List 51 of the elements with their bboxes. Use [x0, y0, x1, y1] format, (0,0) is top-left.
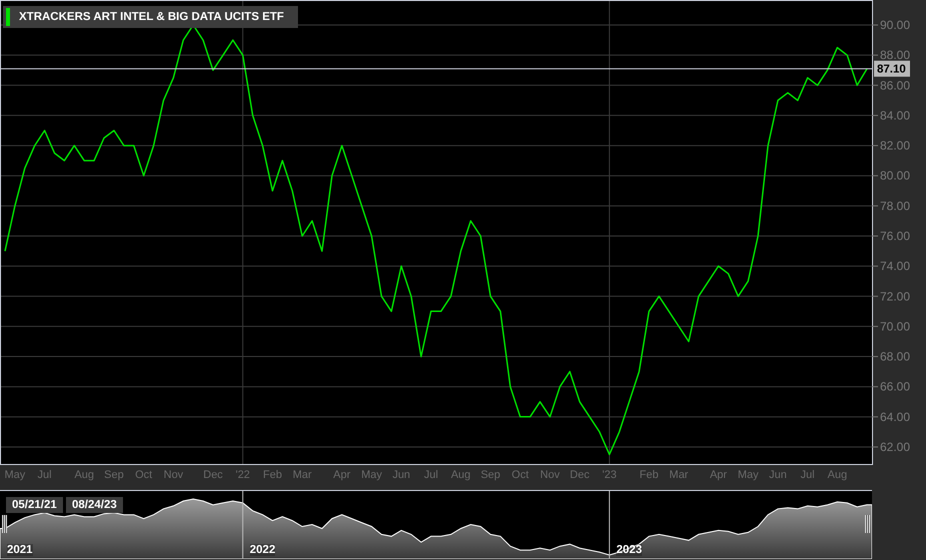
x-axis-label: Mar — [669, 469, 688, 481]
y-axis-label: 64.00 — [880, 410, 910, 424]
y-axis-label: 84.00 — [880, 108, 910, 122]
x-axis-label: May — [361, 469, 382, 481]
x-axis-label: Jun — [392, 469, 410, 481]
y-axis-label: 88.00 — [880, 48, 910, 62]
x-axis-label: May — [738, 469, 759, 481]
x-axis-label: Feb — [640, 469, 659, 481]
y-axis-label: 90.00 — [880, 18, 910, 32]
x-axis-label: Aug — [450, 469, 471, 481]
x-axis-label: Jul — [38, 469, 52, 481]
range-end-date: 08/24/23 — [66, 497, 123, 513]
year-label: 2022 — [250, 544, 276, 556]
x-axis-label: Aug — [74, 469, 94, 481]
year-label: 2021 — [7, 544, 33, 556]
x-axis-label: Apr — [333, 469, 350, 481]
range-handle[interactable] — [2, 515, 7, 533]
y-axis-label: 78.00 — [880, 198, 910, 213]
x-axis-label: '23 — [602, 469, 617, 481]
y-axis-label: 82.00 — [880, 138, 910, 153]
x-axis-label: May — [4, 469, 26, 481]
last-price-tag: 87.10 — [874, 60, 910, 77]
y-axis-label: 68.00 — [880, 350, 910, 364]
y-axis-label: 66.00 — [880, 380, 910, 394]
y-axis-label: 76.00 — [880, 229, 910, 243]
y-axis-label: 74.00 — [880, 259, 910, 274]
x-axis-label: Jun — [769, 469, 787, 481]
x-axis-label: Dec — [570, 469, 590, 481]
x-axis-label: Dec — [203, 469, 223, 481]
y-axis-label: 80.00 — [880, 168, 910, 183]
range-handle[interactable] — [865, 515, 870, 533]
y-axis-label: 62.00 — [880, 440, 910, 454]
x-axis-label: Jul — [424, 469, 438, 481]
x-axis-label: Oct — [135, 469, 152, 481]
x-axis-label: Nov — [540, 469, 560, 481]
x-axis-label: Nov — [164, 469, 184, 481]
ref-line-label: 87.10 — [877, 64, 906, 76]
range-start-date: 05/21/21 — [6, 497, 63, 513]
x-axis-label: Sep — [480, 469, 500, 481]
x-axis-label: Sep — [104, 469, 124, 481]
y-axis-label: 72.00 — [880, 289, 910, 304]
x-axis-label: Aug — [828, 469, 848, 481]
chart-title: XTRACKERS ART INTEL & BIG DATA UCITS ETF — [19, 11, 284, 23]
x-axis-label: Jul — [800, 469, 815, 481]
x-axis-label: Feb — [263, 469, 282, 481]
y-axis-label: 70.00 — [880, 319, 910, 334]
x-axis-label: '22 — [236, 469, 250, 481]
x-axis-label: Mar — [292, 469, 312, 481]
x-axis-label: Apr — [710, 469, 727, 481]
y-axis-label: 86.00 — [880, 78, 910, 92]
x-axis-label: Oct — [512, 469, 529, 481]
